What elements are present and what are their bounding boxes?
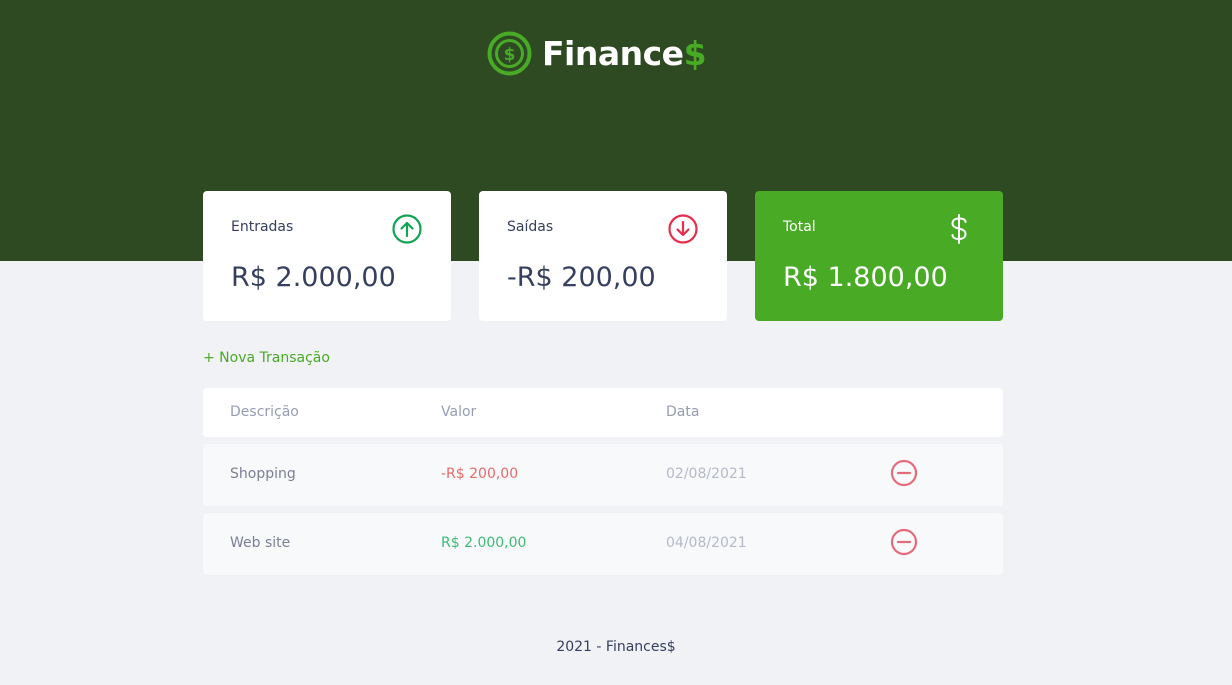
logo: $ Finance$ bbox=[487, 30, 707, 76]
row-description: Web site bbox=[230, 535, 291, 551]
table-row: Shopping -R$ 200,00 02/08/2021 bbox=[203, 444, 1003, 506]
arrow-up-circle-icon bbox=[392, 214, 422, 244]
row-amount: R$ 2.000,00 bbox=[441, 535, 527, 551]
total-card: Total R$ 1.800,00 bbox=[755, 191, 1003, 321]
svg-text:$: $ bbox=[504, 45, 516, 65]
row-description: Shopping bbox=[230, 466, 296, 482]
expense-card: Saídas -R$ 200,00 bbox=[479, 191, 727, 321]
expense-card-label: Saídas bbox=[507, 219, 554, 235]
logo-word: Finance bbox=[542, 33, 684, 73]
header-amount: Valor bbox=[441, 404, 477, 420]
new-transaction-button[interactable]: + Nova Transação bbox=[203, 350, 330, 366]
header-date: Data bbox=[666, 404, 700, 420]
dollar-coin-icon: $ bbox=[487, 31, 532, 75]
table-row: Web site R$ 2.000,00 04/08/2021 bbox=[203, 513, 1003, 575]
row-date: 04/08/2021 bbox=[666, 535, 747, 551]
row-date: 02/08/2021 bbox=[666, 466, 747, 482]
table-header: Descrição Valor Data bbox=[203, 388, 1003, 437]
income-card: Entradas R$ 2.000,00 bbox=[203, 191, 451, 321]
header-description: Descrição bbox=[230, 404, 299, 420]
remove-transaction-icon[interactable] bbox=[890, 459, 918, 487]
footer-text: 2021 - Finances$ bbox=[556, 639, 676, 655]
arrow-down-circle-icon bbox=[668, 214, 698, 244]
expense-card-value: -R$ 200,00 bbox=[507, 262, 656, 293]
row-amount: -R$ 200,00 bbox=[441, 466, 519, 482]
logo-accent: $ bbox=[683, 33, 707, 73]
logo-text: Finance$ bbox=[542, 33, 707, 73]
total-card-label: Total bbox=[783, 219, 816, 235]
remove-transaction-icon[interactable] bbox=[890, 528, 918, 556]
dollar-sign-icon bbox=[951, 214, 967, 244]
income-card-value: R$ 2.000,00 bbox=[231, 262, 396, 293]
transactions-table: Descrição Valor Data Shopping -R$ 200,00… bbox=[203, 388, 1003, 582]
total-card-value: R$ 1.800,00 bbox=[783, 262, 948, 293]
income-card-label: Entradas bbox=[231, 219, 294, 235]
